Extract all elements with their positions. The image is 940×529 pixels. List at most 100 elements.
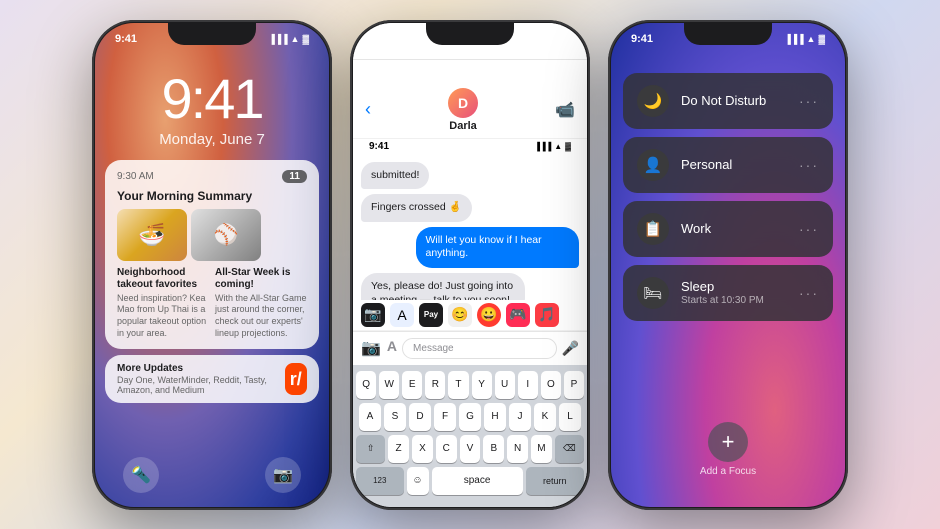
reddit-icon: r/ bbox=[285, 363, 307, 395]
key-v[interactable]: V bbox=[460, 435, 481, 463]
memoji-strip-icon[interactable]: 😀 bbox=[477, 303, 501, 327]
key-i[interactable]: I bbox=[518, 371, 538, 399]
contact-name: Darla bbox=[448, 120, 478, 132]
appstore-strip-icon[interactable]: A bbox=[390, 303, 414, 327]
back-arrow-icon[interactable]: ‹ bbox=[365, 99, 371, 120]
messages-body: submitted! Fingers crossed 🤞 Will let yo… bbox=[353, 154, 587, 300]
key-emoji[interactable]: ☺ bbox=[407, 467, 429, 495]
key-g[interactable]: G bbox=[459, 403, 481, 431]
key-return[interactable]: return bbox=[526, 467, 584, 495]
key-d[interactable]: D bbox=[409, 403, 431, 431]
key-h[interactable]: H bbox=[484, 403, 506, 431]
key-o[interactable]: O bbox=[541, 371, 561, 399]
key-x[interactable]: X bbox=[412, 435, 433, 463]
audio-input-icon[interactable]: 🎤 bbox=[562, 340, 579, 357]
wifi-icon: ▲ bbox=[291, 34, 300, 44]
key-a[interactable]: A bbox=[359, 403, 381, 431]
key-delete[interactable]: ⌫ bbox=[555, 435, 584, 463]
key-k[interactable]: K bbox=[534, 403, 556, 431]
msg-bubble-received-3: Yes, please do! Just going into a meetin… bbox=[361, 273, 525, 299]
keyboard-row-1: Q W E R T Y U I O P bbox=[356, 371, 584, 399]
key-m[interactable]: M bbox=[531, 435, 552, 463]
game-strip-icon[interactable]: 🎮 bbox=[506, 303, 530, 327]
msg-battery-icon: ▓ bbox=[565, 142, 571, 151]
msg-bubble-sent-1: Will let you know if I hear anything. bbox=[416, 227, 580, 268]
appstore-input-icon[interactable]: A bbox=[387, 338, 397, 358]
notch-1 bbox=[168, 23, 256, 45]
key-w[interactable]: W bbox=[379, 371, 399, 399]
applepay-strip-icon[interactable]: Pay bbox=[419, 303, 443, 327]
key-p[interactable]: P bbox=[564, 371, 584, 399]
flashlight-icon[interactable]: 🔦 bbox=[123, 457, 159, 493]
battery-icon: ▓ bbox=[302, 34, 309, 44]
notif-time: 9:30 AM bbox=[117, 171, 154, 182]
notif-title: Your Morning Summary bbox=[117, 189, 307, 203]
sleep-icon: 🛏 bbox=[637, 277, 669, 309]
sleep-more-icon[interactable]: ··· bbox=[799, 285, 819, 301]
add-focus-label: Add a Focus bbox=[700, 466, 756, 477]
key-r[interactable]: R bbox=[425, 371, 445, 399]
key-numbers[interactable]: 123 bbox=[356, 467, 404, 495]
more-updates-desc: Day One, WaterMinder, Reddit, Tasty, Ama… bbox=[117, 375, 285, 395]
personal-more-icon[interactable]: ··· bbox=[799, 157, 819, 173]
focus-item-personal[interactable]: 👤 Personal ··· bbox=[623, 137, 833, 193]
key-u[interactable]: U bbox=[495, 371, 515, 399]
keyboard-row-2: A S D F G H J K L bbox=[356, 403, 584, 431]
key-t[interactable]: T bbox=[448, 371, 468, 399]
msg-wifi-icon: ▲ bbox=[554, 142, 562, 151]
camera-input-icon[interactable]: 📷 bbox=[361, 338, 381, 358]
key-y[interactable]: Y bbox=[472, 371, 492, 399]
focus-item-work[interactable]: 📋 Work ··· bbox=[623, 201, 833, 257]
music-strip-icon[interactable]: 🎵 bbox=[535, 303, 559, 327]
key-f[interactable]: F bbox=[434, 403, 456, 431]
status-time-1: 9:41 bbox=[115, 33, 137, 45]
work-more-icon[interactable]: ··· bbox=[799, 221, 819, 237]
camera-strip-icon[interactable]: 📷 bbox=[361, 303, 385, 327]
key-j[interactable]: J bbox=[509, 403, 531, 431]
focus-item-sleep[interactable]: 🛏 Sleep Starts at 10:30 PM ··· bbox=[623, 265, 833, 321]
msg-bubble-received-2: Fingers crossed 🤞 bbox=[361, 194, 472, 222]
key-q[interactable]: Q bbox=[356, 371, 376, 399]
do-not-disturb-icon: 🌙 bbox=[637, 85, 669, 117]
personal-name: Personal bbox=[681, 157, 787, 172]
keyboard[interactable]: Q W E R T Y U I O P A S D bbox=[353, 365, 587, 507]
notif-image-food: 🍜 bbox=[117, 209, 187, 261]
phone-3-focus: 9:41 ▐▐▐ ▲ ▓ 🌙 Do Not Disturb ··· bbox=[608, 20, 848, 510]
key-c[interactable]: C bbox=[436, 435, 457, 463]
keyboard-row-4: 123 ☺ space return bbox=[356, 467, 584, 495]
add-focus-button[interactable]: + Add a Focus bbox=[700, 422, 756, 477]
sleep-sublabel: Starts at 10:30 PM bbox=[681, 295, 787, 306]
notch-2 bbox=[426, 23, 514, 45]
add-focus-area[interactable]: + Add a Focus bbox=[611, 422, 845, 477]
phone-1-lockscreen: 9:41 ▐▐▐ ▲ ▓ 9:41 Monday, June 7 9:30 AM… bbox=[92, 20, 332, 510]
notif-article-2: All-Star Week is coming! With the All-St… bbox=[215, 267, 307, 340]
key-e[interactable]: E bbox=[402, 371, 422, 399]
stickers-strip-icon[interactable]: 😊 bbox=[448, 303, 472, 327]
key-shift[interactable]: ⇧ bbox=[356, 435, 385, 463]
contact-info[interactable]: D Darla bbox=[448, 88, 478, 132]
key-n[interactable]: N bbox=[507, 435, 528, 463]
key-s[interactable]: S bbox=[384, 403, 406, 431]
focus-item-dnd[interactable]: 🌙 Do Not Disturb ··· bbox=[623, 73, 833, 129]
notif-badge: 11 bbox=[282, 170, 307, 183]
message-input-area: 📷 A Message 🎤 bbox=[353, 331, 587, 365]
lock-date: Monday, June 7 bbox=[95, 131, 329, 148]
key-l[interactable]: L bbox=[559, 403, 581, 431]
more-updates-card[interactable]: More Updates Day One, WaterMinder, Reddi… bbox=[105, 355, 319, 403]
camera-icon[interactable]: 📷 bbox=[265, 457, 301, 493]
message-input[interactable]: Message bbox=[402, 338, 557, 359]
dnd-label: Do Not Disturb bbox=[681, 93, 787, 108]
iMessage-app-strip: 📷 A Pay 😊 😀 🎮 🎵 bbox=[353, 300, 587, 331]
work-label: Work bbox=[681, 221, 787, 236]
msg-status-time: 9:41 bbox=[369, 141, 389, 152]
focus-signal-icon: ▐▐▐ bbox=[784, 34, 803, 44]
notification-card[interactable]: 9:30 AM 11 Your Morning Summary 🍜 ⚾ Neig… bbox=[105, 160, 319, 350]
key-b[interactable]: B bbox=[483, 435, 504, 463]
video-call-icon[interactable]: 📹 bbox=[555, 100, 575, 120]
key-space[interactable]: space bbox=[432, 467, 523, 495]
personal-label: Personal bbox=[681, 157, 787, 172]
notif-image-sport: ⚾ bbox=[191, 209, 261, 261]
key-z[interactable]: Z bbox=[388, 435, 409, 463]
add-focus-plus-icon[interactable]: + bbox=[708, 422, 748, 462]
dnd-more-icon[interactable]: ··· bbox=[799, 93, 819, 109]
